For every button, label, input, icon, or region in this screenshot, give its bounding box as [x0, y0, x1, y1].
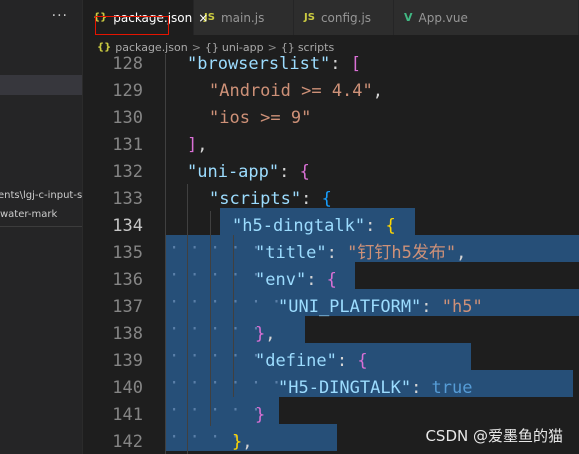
line-number: 140	[112, 378, 143, 398]
explorer-sidebar: ··· ents\lgj-c-input-s... water-mark	[0, 0, 82, 454]
tab-label: config.js	[320, 10, 372, 25]
line-number: 135	[112, 243, 143, 263]
line-number: 129	[112, 81, 143, 101]
code-text: "Android >= 4.4",	[209, 81, 384, 101]
code-text: "define": {	[255, 351, 368, 371]
close-icon[interactable]: ×	[198, 11, 208, 25]
tab-label: package.json	[113, 10, 193, 25]
line-number: 136	[112, 270, 143, 290]
object-icon: {}	[204, 40, 219, 54]
code-text: },	[232, 432, 253, 452]
code-text: "browserslist": [	[187, 54, 362, 74]
sidebar-header: ···	[0, 0, 82, 35]
line-number: 133	[112, 189, 143, 209]
object-icon: {}	[280, 40, 295, 54]
code-text: "uni-app": {	[187, 162, 310, 182]
line-number: 134	[112, 216, 143, 236]
tab-config-js[interactable]: JS config.js	[294, 0, 394, 35]
code-line: 135 "title": "钉钉h5发布",	[83, 240, 579, 267]
code-line: 132 "uni-app": {	[83, 159, 579, 186]
code-text: "title": "钉钉h5发布",	[255, 243, 467, 263]
code-line: 139 "define": {	[83, 348, 579, 375]
watermark: CSDN @爱墨鱼的猫	[425, 427, 563, 445]
code-line: 136 "env": {	[83, 267, 579, 294]
js-file-icon: JS	[304, 12, 315, 23]
selected-tree-item[interactable]	[0, 75, 82, 95]
breadcrumb-file[interactable]: package.json	[115, 41, 187, 54]
json-file-icon: {}	[93, 12, 108, 23]
code-text: ],	[187, 135, 208, 155]
breadcrumb-scripts[interactable]: scripts	[298, 41, 334, 54]
code-text: "UNI_PLATFORM": "h5"	[278, 297, 483, 317]
code-line: 134 "h5-dingtalk": {	[83, 213, 579, 240]
code-line: 129 "Android >= 4.4",	[83, 78, 579, 105]
json-file-icon: {}	[97, 41, 112, 53]
code-editor[interactable]: · · · · · · · · · · · · · · · · · · · · …	[83, 54, 579, 454]
code-text: "env": {	[255, 270, 337, 290]
tree-item-water-mark[interactable]: water-mark	[0, 205, 82, 225]
line-number: 138	[112, 324, 143, 344]
tab-label: App.vue	[418, 10, 468, 25]
code-line: 140 "H5-DINGTALK": true	[83, 375, 579, 402]
sidebar-divider	[0, 226, 82, 227]
more-actions-button[interactable]: ···	[52, 8, 68, 24]
code-line: 128 "browserslist": [	[83, 54, 579, 78]
breadcrumb-uni-app[interactable]: uni-app	[222, 41, 264, 54]
chevron-right-icon: >	[267, 40, 277, 54]
line-number: 132	[112, 162, 143, 182]
tab-app-vue[interactable]: V App.vue	[394, 0, 579, 35]
code-text: }	[255, 405, 266, 425]
chevron-right-icon: >	[191, 40, 201, 54]
line-number: 139	[112, 351, 143, 371]
line-number: 128	[112, 54, 143, 74]
tree-item-path[interactable]: ents\lgj-c-input-s...	[0, 186, 82, 206]
code-line: 137 "UNI_PLATFORM": "h5"	[83, 294, 579, 321]
code-text: "H5-DINGTALK": true	[278, 378, 473, 398]
tab-label: main.js	[220, 10, 265, 25]
line-number: 131	[112, 135, 143, 155]
code-line: 138 },	[83, 321, 579, 348]
code-text: "h5-dingtalk": {	[232, 216, 396, 236]
line-number: 141	[112, 405, 143, 425]
code-text: "scripts": {	[209, 189, 332, 209]
editor-tab-bar: {} package.json × JS main.js JS config.j…	[83, 0, 579, 35]
vue-file-icon: V	[404, 11, 413, 24]
code-line: 130 "ios >= 9"	[83, 105, 579, 132]
code-text: "ios >= 9"	[209, 108, 312, 128]
tab-package-json[interactable]: {} package.json ×	[83, 0, 208, 35]
code-text: },	[255, 324, 276, 344]
line-number: 130	[112, 108, 143, 128]
code-line: 131 ],	[83, 132, 579, 159]
code-line: 133 "scripts": {	[83, 186, 579, 213]
tab-main-js[interactable]: JS main.js	[194, 0, 294, 35]
line-number: 142	[112, 432, 143, 452]
line-number: 137	[112, 297, 143, 317]
